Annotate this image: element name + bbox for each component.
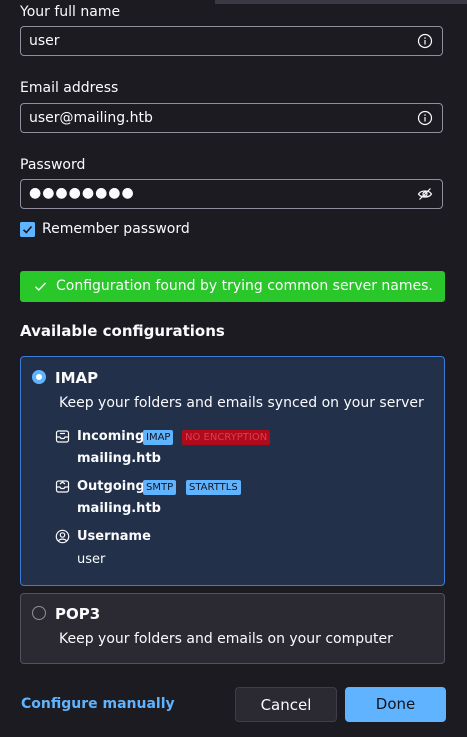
window-top-bar xyxy=(215,0,467,4)
email-field[interactable]: user@mailing.htb xyxy=(20,103,443,133)
pop3-radio[interactable] xyxy=(32,606,46,620)
config-option-imap[interactable]: IMAP Keep your folders and emails synced… xyxy=(20,356,445,586)
imap-description: Keep your folders and emails synced on y… xyxy=(59,395,424,411)
info-icon[interactable] xyxy=(417,33,433,49)
username-value: user xyxy=(77,552,106,567)
outbox-icon xyxy=(55,480,70,493)
inbox-icon xyxy=(55,430,70,443)
config-option-pop3[interactable]: POP3 Keep your folders and emails on you… xyxy=(20,593,445,664)
username-label: Username xyxy=(77,529,151,544)
info-icon[interactable] xyxy=(417,110,433,126)
outgoing-host: mailing.htb xyxy=(77,501,161,516)
configure-manually-link[interactable]: Configure manually xyxy=(21,696,175,712)
full-name-field[interactable]: user xyxy=(20,26,443,56)
email-value: user@mailing.htb xyxy=(29,110,153,126)
password-field[interactable]: ●●●●●●●● xyxy=(20,179,443,209)
pop3-description: Keep your folders and emails on your com… xyxy=(59,631,393,647)
done-button[interactable]: Done xyxy=(345,687,446,722)
password-label: Password xyxy=(20,157,86,173)
incoming-host: mailing.htb xyxy=(77,451,161,466)
incoming-label: Incoming xyxy=(77,429,145,444)
pop3-title: POP3 xyxy=(55,605,101,623)
outgoing-label: Outgoing xyxy=(77,479,145,494)
email-label: Email address xyxy=(20,80,119,96)
user-icon xyxy=(55,529,70,544)
full-name-label: Your full name xyxy=(20,4,121,20)
status-banner: Configuration found by trying common ser… xyxy=(20,271,445,302)
incoming-protocol-badge: IMAP xyxy=(143,430,174,445)
checkmark-icon xyxy=(35,282,47,291)
password-value: ●●●●●●●● xyxy=(29,185,135,201)
outgoing-protocol-badge: SMTP xyxy=(143,480,177,495)
outgoing-encryption-badge: STARTTLS xyxy=(186,480,241,495)
imap-title: IMAP xyxy=(55,369,99,387)
cancel-button[interactable]: Cancel xyxy=(235,687,337,722)
status-message: Configuration found by trying common ser… xyxy=(56,278,433,294)
imap-radio[interactable] xyxy=(32,370,46,384)
incoming-encryption-badge: NO ENCRYPTION xyxy=(182,430,271,445)
full-name-value: user xyxy=(29,33,60,49)
configurations-title: Available configurations xyxy=(20,322,225,340)
remember-password-checkbox[interactable] xyxy=(20,222,35,237)
checkmark-icon xyxy=(20,222,35,237)
eye-slash-icon[interactable] xyxy=(417,186,433,202)
remember-password-label: Remember password xyxy=(42,221,190,237)
